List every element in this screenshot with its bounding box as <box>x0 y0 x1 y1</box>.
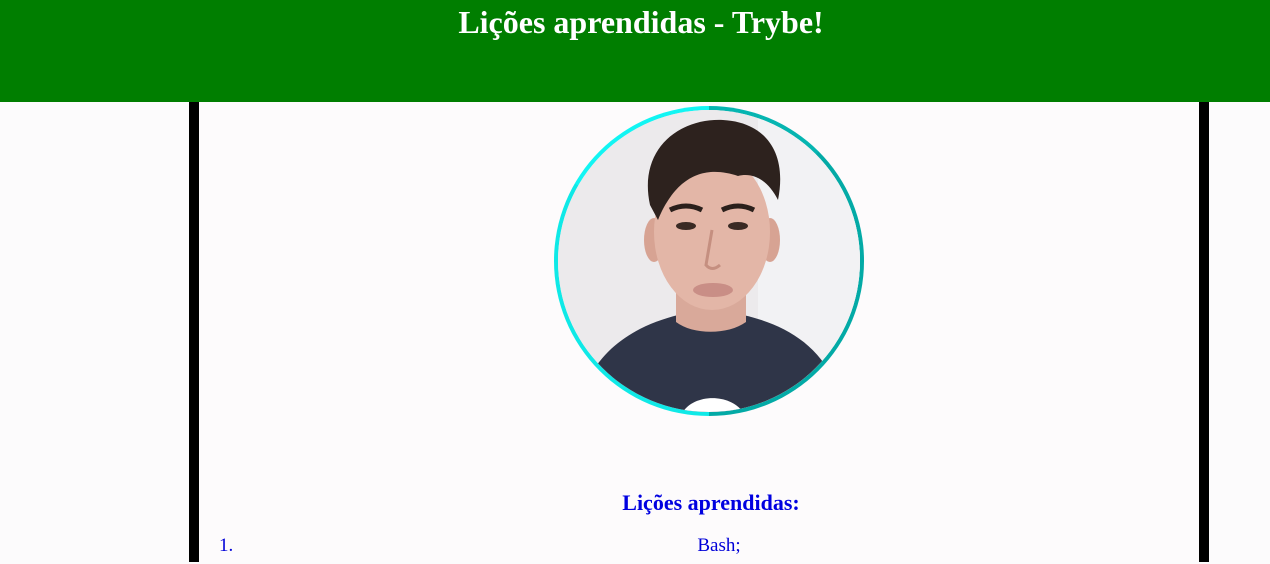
main-content: Lições aprendidas: 1. Bash; <box>189 102 1209 562</box>
lessons-list: 1. Bash; <box>199 534 1199 564</box>
profile-photo <box>558 110 860 412</box>
list-item-label: Bash; <box>697 535 741 556</box>
page-header: Lições aprendidas - Trybe! <box>0 0 1270 102</box>
list-item: 1. Bash; <box>199 534 1199 564</box>
page-title: Lições aprendidas - Trybe! <box>458 4 824 40</box>
person-avatar-icon <box>558 110 860 412</box>
profile-photo-frame <box>554 106 864 416</box>
lessons-heading: Lições aprendidas: <box>622 490 800 515</box>
